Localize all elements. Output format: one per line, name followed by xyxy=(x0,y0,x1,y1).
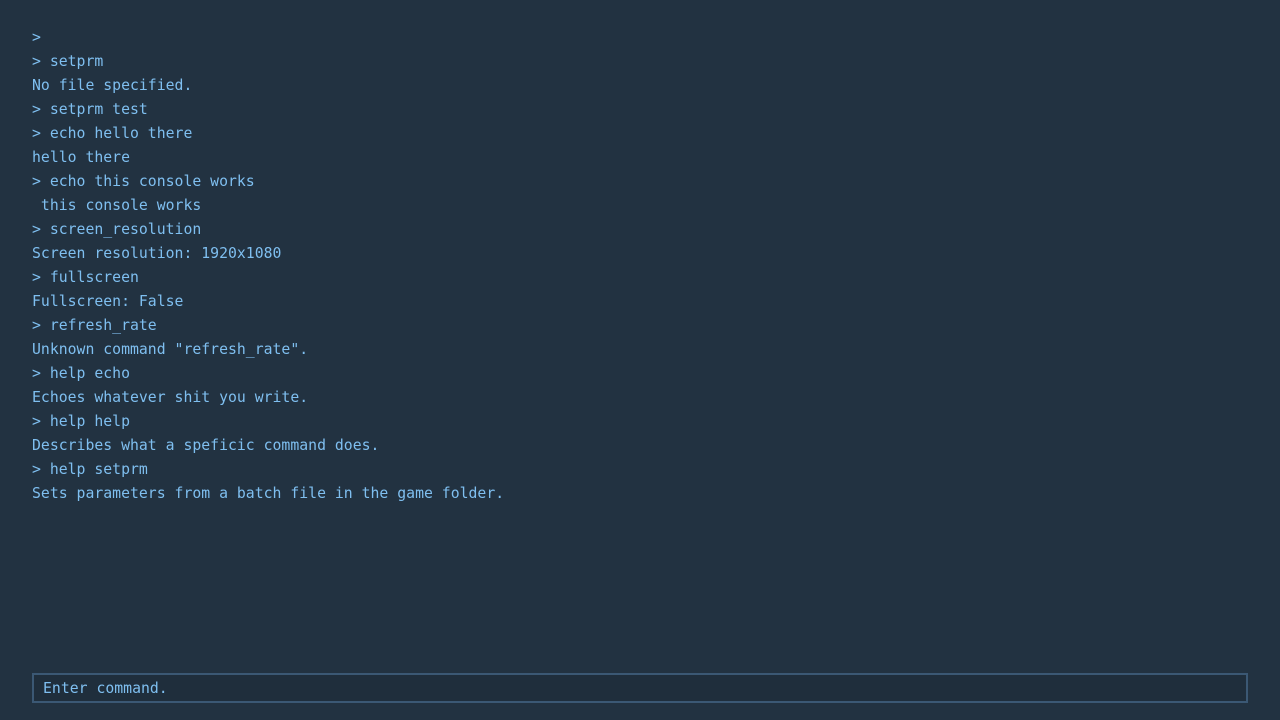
console-command-line: > refresh_rate xyxy=(32,317,157,334)
console-command-line: > fullscreen xyxy=(32,269,139,286)
console-command-line: > help setprm xyxy=(32,461,148,478)
console-command-line: > setprm test xyxy=(32,101,148,118)
console-output-line: Unknown command "refresh_rate". xyxy=(32,341,309,358)
command-input-box[interactable] xyxy=(32,673,1248,703)
console-command-line: > echo hello there xyxy=(32,125,193,142)
console-command-line: > setprm xyxy=(32,53,104,70)
console-output-line: this console works xyxy=(32,197,202,214)
console-output-line: Fullscreen: False xyxy=(32,293,184,310)
console-command-line: > echo this console works xyxy=(32,173,255,190)
console-output-line: No file specified. xyxy=(32,77,193,94)
console-output-line: hello there xyxy=(32,149,130,166)
console-output-line: Sets parameters from a batch file in the… xyxy=(32,485,505,502)
console-output-line: Describes what a speficic command does. xyxy=(32,437,380,454)
console-command-line: > help echo xyxy=(32,365,130,382)
console-output-line: Echoes whatever shit you write. xyxy=(32,389,309,406)
console-command-line: > xyxy=(32,29,41,46)
console-output-line: Screen resolution: 1920x1080 xyxy=(32,245,282,262)
console-command-line: > help help xyxy=(32,413,130,430)
console-output: > > setprm No file specified. > setprm test… xyxy=(32,26,504,506)
console-command-line: > screen_resolution xyxy=(32,221,202,238)
command-input[interactable] xyxy=(34,675,1246,701)
